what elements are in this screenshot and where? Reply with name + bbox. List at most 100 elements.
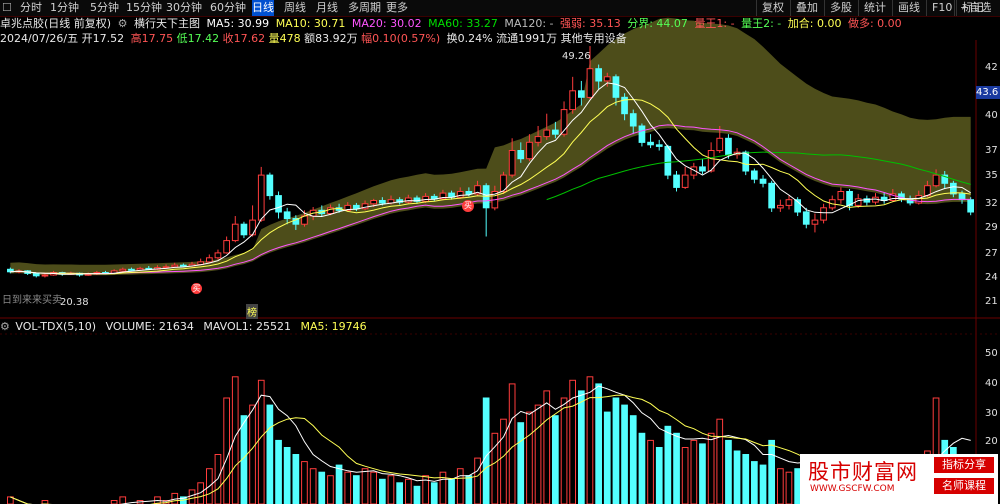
volume-bar: [318, 471, 326, 504]
candle-body: [647, 141, 654, 146]
kline-chart[interactable]: [0, 0, 1000, 504]
quote-close: 收17.62: [222, 32, 266, 45]
quote-high: 高17.75: [130, 32, 174, 45]
volume-bar: [335, 464, 343, 504]
candle-body: [638, 125, 646, 143]
volume-bar: [673, 432, 680, 504]
volume-tick: 40: [985, 378, 998, 389]
volume-bar: [664, 425, 672, 504]
tab-8[interactable]: 月线: [316, 0, 338, 16]
candle-body: [655, 144, 663, 147]
toolbar-menu-icon[interactable]: ☐: [2, 0, 12, 16]
candle-body: [915, 195, 923, 204]
candle-body: [257, 174, 265, 221]
rank-mark: 榜: [246, 304, 258, 319]
candle-body: [595, 68, 602, 82]
toolbar-btn-5[interactable]: F10: [926, 0, 957, 16]
tab-7[interactable]: 周线: [284, 0, 306, 16]
quote-low: 低17.42: [176, 32, 220, 45]
indicator-name[interactable]: 横行天下主图: [134, 17, 200, 30]
toolbar-btn-0[interactable]: 复权: [756, 0, 789, 16]
candle-body: [586, 68, 594, 98]
candle-body: [716, 137, 724, 152]
vol-title[interactable]: VOL-TDX(5,10): [15, 320, 96, 333]
vol-lock-icon[interactable]: ⚙: [0, 320, 10, 333]
tab-2[interactable]: 5分钟: [90, 0, 119, 16]
price-tick: 42: [985, 62, 998, 73]
candle-body: [231, 223, 239, 242]
last-price-box: 43.6: [976, 86, 1000, 99]
price-tick: 40: [985, 110, 998, 121]
toolbar-btn-4[interactable]: 画线: [892, 0, 925, 16]
volume-tick: 50: [985, 348, 998, 359]
candle-body: [180, 264, 187, 267]
volume-bar: [283, 447, 291, 504]
watermark-url: WWW.GSCFW.COM: [810, 484, 895, 494]
top-toolbar: ☐ 分时 1分钟 5分钟 15分钟 30分钟 60分钟 日线 周线 月线 多周期 更多 复权 叠加 多股…: [0, 0, 1000, 17]
price-tick: 35: [985, 170, 998, 181]
tab-10[interactable]: 更多: [386, 0, 408, 16]
candle-body: [275, 195, 282, 213]
volume-bar: [534, 404, 542, 504]
candle-body: [802, 211, 810, 225]
bound-value: 分界: 44.07: [627, 17, 688, 30]
candle-body: [223, 240, 231, 254]
tab-0[interactable]: 分时: [20, 0, 42, 16]
volume-bar: [275, 439, 282, 504]
volume-bar: [569, 379, 576, 504]
tab-9[interactable]: 多周期: [348, 0, 381, 16]
volume-bar: [508, 383, 516, 504]
candle-body: [240, 223, 248, 236]
band-area: [10, 17, 971, 276]
price-tick: 29: [985, 222, 998, 233]
candle-body: [932, 174, 940, 187]
indicator-info-line: 卓兆点胶(日线 前复权) ⚙ 横行天下主图 MA5: 30.99 MA10: 3…: [0, 16, 905, 32]
volume-bar: [361, 468, 369, 504]
volume-bar: [681, 447, 689, 504]
quote-change: 幅0.10(0.57%): [361, 32, 441, 45]
ma20-value: MA20: 30.02: [351, 17, 422, 30]
quote-info-line: 2024/07/26/五 开17.52 高17.75 低17.42 收17.62…: [0, 31, 630, 47]
volume-bar: [405, 478, 412, 504]
candle-body: [543, 129, 551, 138]
candle-body: [249, 219, 256, 236]
candle-body: [119, 268, 127, 272]
candle-body: [534, 136, 542, 143]
quote-volume: 量478: [268, 32, 301, 45]
volume-bar: [647, 439, 654, 504]
tab-6[interactable]: 日线: [252, 0, 274, 16]
tab-1[interactable]: 1分钟: [50, 0, 79, 16]
settings-icon[interactable]: ⚙: [118, 17, 128, 30]
weak-value: 强弱: 35.13: [560, 17, 621, 30]
volume-bar: [188, 489, 196, 504]
volume-bar: [327, 475, 334, 504]
candle-body: [552, 129, 559, 135]
candle-body: [629, 113, 637, 127]
toolbar-btn-2[interactable]: 多股: [824, 0, 857, 16]
ma120-value: MA120: -: [504, 17, 554, 30]
volume-bar: [777, 468, 784, 504]
volume-bar: [448, 478, 455, 504]
candle-body: [508, 150, 516, 176]
candle-body: [967, 199, 974, 213]
candle-body: [958, 193, 966, 201]
candle-body: [41, 274, 49, 277]
quote-sector[interactable]: 其他专用设备: [561, 32, 627, 45]
candle-body: [811, 219, 819, 225]
bottom-note: 日到来来买卖: [2, 295, 62, 306]
toolbar-btn-7[interactable]: +自选: [954, 0, 996, 16]
quote-amount: 额83.92万: [304, 32, 358, 45]
tab-3[interactable]: 15分钟: [126, 0, 162, 16]
watermark-title: 股市财富网: [808, 460, 918, 484]
tab-4[interactable]: 30分钟: [166, 0, 202, 16]
price-tick: 37: [985, 145, 998, 156]
volume-bar: [41, 500, 49, 504]
candle-body: [603, 76, 611, 82]
toolbar-btn-1[interactable]: 叠加: [790, 0, 823, 16]
candle-body: [162, 266, 170, 269]
volume-bar: [621, 404, 628, 504]
toolbar-btn-3[interactable]: 统计: [858, 0, 891, 16]
ma5-value: MA5: 30.99: [206, 17, 270, 30]
volume-bar: [742, 454, 750, 504]
tab-5[interactable]: 60分钟: [210, 0, 246, 16]
